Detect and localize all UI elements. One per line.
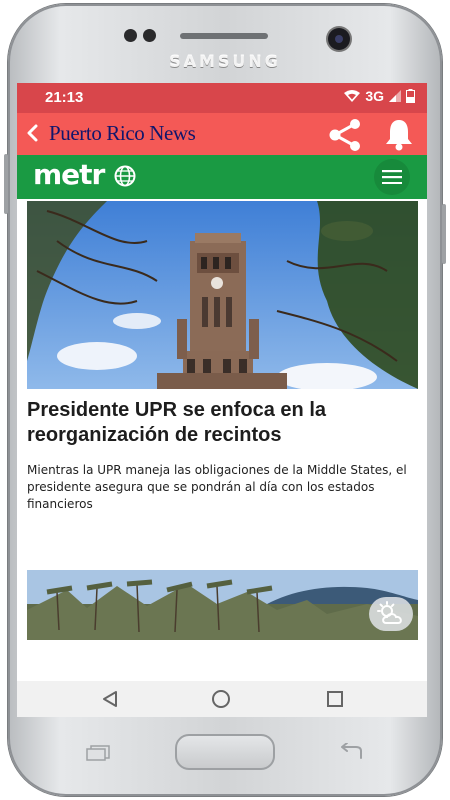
device-brand: SAMSUNG [169,52,281,71]
back-icon[interactable] [26,123,40,143]
hardware-back-icon[interactable] [337,743,365,761]
earpiece-speaker [180,33,268,39]
hardware-recent-icon[interactable] [85,745,111,761]
article-summary: Mientras la UPR maneja las obligaciones … [27,463,407,511]
hardware-home-button[interactable] [175,734,275,770]
menu-icon [382,170,402,184]
power-button [442,204,446,264]
share-icon[interactable] [326,118,364,152]
app-bar: Puerto Rico News [17,113,427,155]
bell-icon[interactable] [383,117,415,151]
article-headline[interactable]: Presidente UPR se enfoca en la reorganiz… [27,398,419,448]
sensor-dot [143,29,156,42]
screen: 21:13 3G Puerto Rico News metr President… [17,83,427,717]
globe-icon [114,165,136,187]
navigation-bar [17,681,427,717]
status-indicators: 3G [343,88,415,104]
site-header: metr [17,155,427,199]
sensor-dot [124,29,137,42]
front-camera [328,28,350,50]
weather-icon [377,601,402,624]
signal-icon [389,90,401,102]
battery-icon [406,89,415,103]
app-title: Puerto Rico News [49,121,196,145]
nav-back-icon[interactable] [101,690,119,708]
network-type: 3G [365,88,384,104]
article-image[interactable] [27,201,418,389]
status-bar: 21:13 3G [17,83,427,113]
nav-home-icon[interactable] [211,689,231,709]
menu-button[interactable] [374,159,410,195]
wifi-icon [344,90,361,102]
metro-logo: metr [33,158,105,191]
second-article-image[interactable] [27,570,418,640]
volume-button [4,154,8,214]
status-time: 21:13 [45,89,84,106]
weather-button[interactable] [369,597,413,631]
nav-recent-icon[interactable] [326,690,344,708]
